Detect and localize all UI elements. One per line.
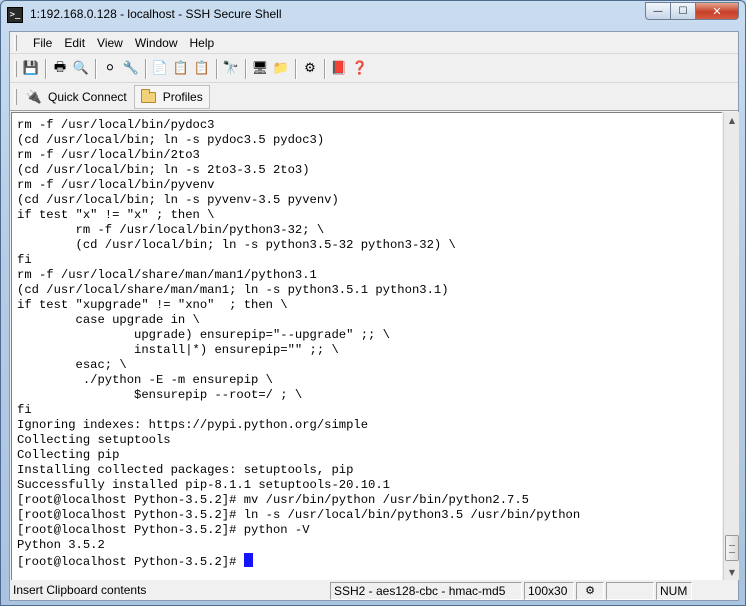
- menu-view[interactable]: View: [91, 32, 129, 54]
- profiles-button[interactable]: Profiles: [133, 85, 210, 109]
- find-icon[interactable]: 🔭: [221, 59, 241, 79]
- vertical-scrollbar[interactable]: ▲ ▼: [723, 112, 739, 580]
- terminal-prompt: [root@localhost Python-3.5.2]#: [17, 555, 244, 569]
- maximize-button[interactable]: ☐: [671, 2, 696, 20]
- terminal-line: Collecting setuptools: [17, 433, 171, 447]
- print-icon[interactable]: 🖶: [50, 59, 70, 79]
- folder-icon: [141, 88, 157, 105]
- save-icon[interactable]: 💾: [21, 59, 41, 79]
- menu-bar: File Edit View Window Help: [10, 32, 738, 54]
- settings-icon[interactable]: ⚙: [300, 59, 320, 79]
- terminal-line: Python 3.5.2: [17, 538, 105, 552]
- terminal-app-icon[interactable]: >_: [7, 7, 23, 23]
- terminal-line: install|*) ensurepip="" ;; \: [17, 343, 339, 357]
- scroll-down-arrow-icon[interactable]: ▼: [724, 564, 740, 580]
- terminal-line: rm -f /usr/local/bin/python3-32; \: [17, 223, 325, 237]
- paste-disabled-icon[interactable]: 📋: [192, 59, 212, 79]
- status-settings-icon: ⚙: [576, 582, 604, 600]
- terminal-line: case upgrade in \: [17, 313, 200, 327]
- status-terminal-size: 100x30: [524, 582, 574, 600]
- status-num-lock: NUM: [656, 582, 692, 600]
- minimize-icon: —: [653, 5, 663, 17]
- menu-edit[interactable]: Edit: [58, 32, 91, 54]
- menu-window[interactable]: Window: [129, 32, 184, 54]
- close-icon: ✕: [712, 4, 722, 18]
- scroll-up-arrow-icon[interactable]: ▲: [724, 112, 740, 128]
- status-bar: Insert Clipboard contents SSH2 - aes128-…: [10, 581, 738, 601]
- menubar-grip[interactable]: [14, 34, 17, 51]
- toolbar: 💾 🖶 🔍 ⚪ 🔧 📄 📋 📋 🔭 🖥 📁 ⚙ 📕 ❓: [10, 55, 738, 83]
- app-window: >_ 1:192.168.0.128 - localhost - SSH Sec…: [0, 0, 746, 606]
- reconnect-icon[interactable]: 🔧: [121, 59, 141, 79]
- terminal-line: (cd /usr/local/share/man/man1; ln -s pyt…: [17, 283, 449, 297]
- menu-file[interactable]: File: [27, 32, 58, 54]
- paste-icon[interactable]: 📋: [171, 59, 191, 79]
- terminal-line: [root@localhost Python-3.5.2]# ln -s /us…: [17, 508, 581, 522]
- new-terminal-icon[interactable]: 🖥: [250, 59, 270, 79]
- close-button[interactable]: ✕: [696, 2, 739, 20]
- toolbar-separator: [145, 58, 147, 79]
- toolbar-separator: [45, 58, 47, 79]
- title-bar[interactable]: >_ 1:192.168.0.128 - localhost - SSH Sec…: [1, 1, 745, 29]
- quick-connect-label: Quick Connect: [48, 90, 127, 104]
- terminal-line: (cd /usr/local/bin; ln -s pyvenv-3.5 pyv…: [17, 193, 339, 207]
- profiles-label: Profiles: [162, 90, 203, 104]
- terminal-line: rm -f /usr/local/bin/2to3: [17, 148, 200, 162]
- scrollbar-thumb[interactable]: [725, 535, 739, 561]
- window-title: 1:192.168.0.128 - localhost - SSH Secure…: [30, 7, 282, 21]
- status-empty-cell: [606, 582, 654, 600]
- terminal-line: [root@localhost Python-3.5.2]# mv /usr/b…: [17, 493, 529, 507]
- terminal-line: fi: [17, 253, 32, 267]
- copy-icon[interactable]: 📄: [150, 59, 170, 79]
- terminal-line: rm -f /usr/local/bin/pydoc3: [17, 118, 215, 132]
- terminal-line: Installing collected packages: setuptool…: [17, 463, 354, 477]
- window-controls: — ☐ ✕: [645, 2, 739, 20]
- terminal-lines: rm -f /usr/local/bin/pydoc3 (cd /usr/loca…: [17, 118, 581, 569]
- toolbar-separator: [95, 58, 97, 79]
- terminal-line: $ensurepip --root=/ ; \: [17, 388, 303, 402]
- toolbar-grip[interactable]: [14, 60, 17, 77]
- terminal-line: [root@localhost Python-3.5.2]# python -V: [17, 523, 310, 537]
- terminal-line: upgrade) ensurepip="--upgrade" ;; \: [17, 328, 390, 342]
- terminal-line: if test "xupgrade" != "xno" ; then \: [17, 298, 288, 312]
- toolbar-items: 💾 🖶 🔍 ⚪ 🔧 📄 📋 📋 🔭 🖥 📁 ⚙ 📕 ❓: [21, 58, 371, 79]
- terminal-prompt-line: [root@localhost Python-3.5.2]#: [17, 553, 580, 569]
- toolbar-separator: [324, 58, 326, 79]
- terminal-line: if test "x" != "x" ; then \: [17, 208, 215, 222]
- status-cipher: SSH2 - aes128-cbc - hmac-md5: [330, 582, 522, 600]
- terminal-line: Ignoring indexes: https://pypi.python.or…: [17, 418, 369, 432]
- terminal-line: Collecting pip: [17, 448, 120, 462]
- menu-items: File Edit View Window Help: [27, 32, 220, 54]
- context-help-icon[interactable]: ❓: [350, 59, 370, 79]
- terminal-line: (cd /usr/local/bin; ln -s python3.5-32 p…: [17, 238, 456, 252]
- terminal-line: Successfully installed pip-8.1.1 setupto…: [17, 478, 390, 492]
- profilebar-grip[interactable]: [14, 89, 17, 105]
- terminal-line: (cd /usr/local/bin; ln -s pydoc3.5 pydoc…: [17, 133, 325, 147]
- minimize-button[interactable]: —: [645, 2, 671, 20]
- quick-connect-icon: 🔌: [25, 89, 43, 104]
- terminal-line: esac; \: [17, 358, 127, 372]
- profile-bar: 🔌 Quick Connect Profiles: [10, 84, 738, 111]
- toolbar-separator: [216, 58, 218, 79]
- terminal-line: (cd /usr/local/bin; ln -s 2to3-3.5 2to3): [17, 163, 310, 177]
- new-file-transfer-icon[interactable]: 📁: [271, 59, 291, 79]
- client-area: File Edit View Window Help 💾 🖶 🔍 ⚪ 🔧 📄 📋 📋 🔭 🖥 📁 ⚙ 📕 ❓ 🔌 …: [9, 31, 739, 601]
- menu-help[interactable]: Help: [184, 32, 221, 54]
- toolbar-separator: [295, 58, 297, 79]
- status-message: Insert Clipboard contents: [13, 583, 147, 597]
- terminal-output[interactable]: rm -f /usr/local/bin/pydoc3 (cd /usr/loca…: [11, 112, 722, 580]
- terminal-line: ./python -E -m ensurepip \: [17, 373, 273, 387]
- terminal-line: rm -f /usr/local/share/man/man1/python3.…: [17, 268, 317, 282]
- terminal-line: fi: [17, 403, 32, 417]
- terminal-line: rm -f /usr/local/bin/pyvenv: [17, 178, 215, 192]
- print-preview-icon[interactable]: 🔍: [71, 59, 91, 79]
- maximize-icon: ☐: [678, 5, 688, 17]
- toolbar-separator: [245, 58, 247, 79]
- disconnect-icon[interactable]: ⚪: [100, 59, 120, 79]
- quick-connect-button[interactable]: 🔌 Quick Connect: [19, 85, 134, 109]
- app-icon-glyph: >_: [9, 9, 21, 20]
- help-book-icon[interactable]: 📕: [329, 59, 349, 79]
- terminal-cursor: [243, 553, 253, 567]
